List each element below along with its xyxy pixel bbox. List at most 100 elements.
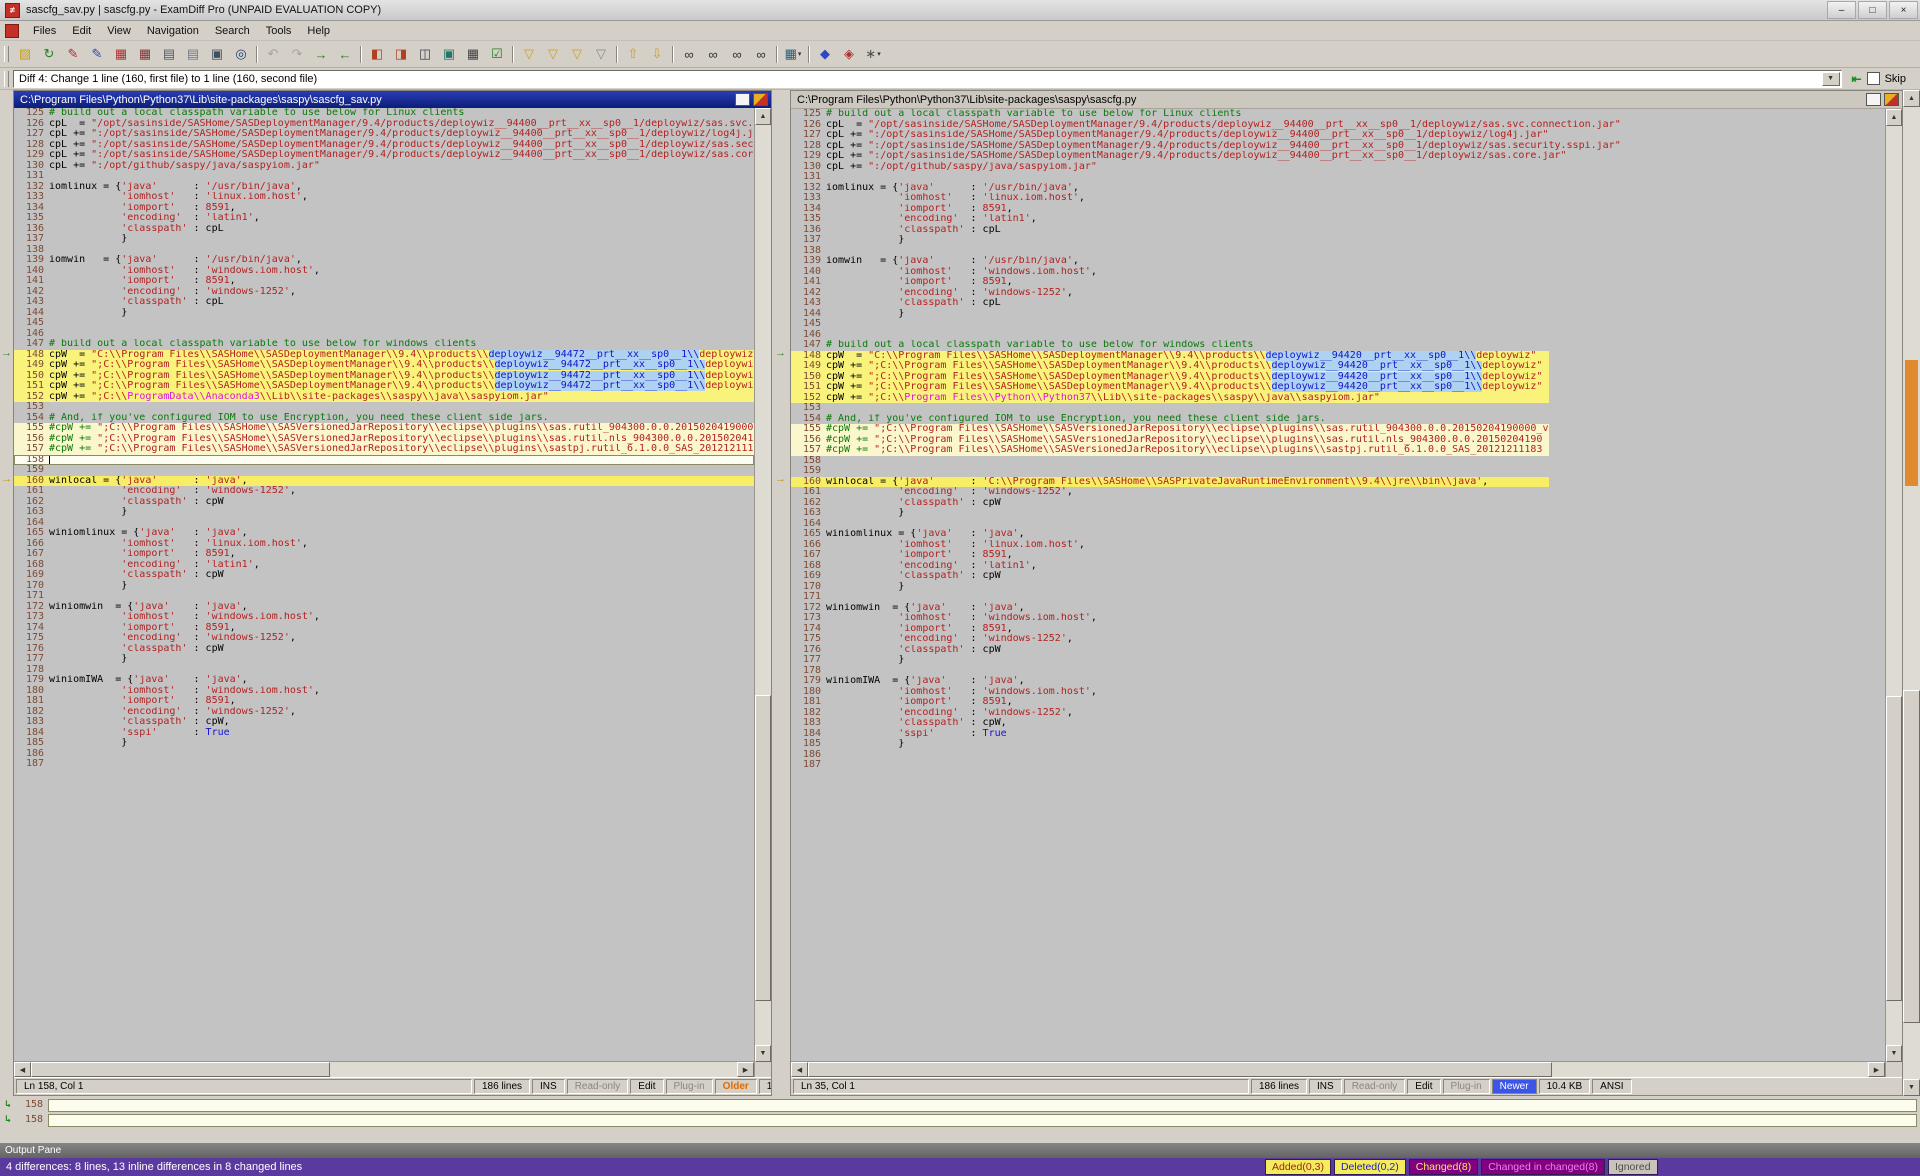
right-horizontal-scrollbar[interactable]: ◀ ▶ [791,1061,1885,1077]
code-line[interactable]: 165winiomlinux = {'java' : 'java', [791,529,1885,540]
code-line[interactable]: 171 [791,592,1885,603]
show-identical-icon[interactable]: ☑ [486,43,508,65]
find-icon[interactable]: ∞ [678,43,700,65]
print-icon[interactable]: ▤ [158,43,180,65]
code-line[interactable]: 129cpL += ":/opt/sasinside/SASHome/SASDe… [791,151,1885,162]
code-line[interactable]: 172winiomwin = {'java' : 'java', [14,602,754,613]
code-line[interactable]: 175 'encoding' : 'windows-1252', [791,634,1885,645]
code-line[interactable]: 133 'iomhost' : 'linux.iom.host', [14,192,754,203]
code-line[interactable]: 183 'classpath' : cpW, [14,717,754,728]
code-line[interactable]: 128cpL += ":/opt/sasinside/SASHome/SASDe… [791,141,1885,152]
redo-icon[interactable]: ↷ [286,43,308,65]
code-line[interactable]: 150cpW += ";C:\\Program Files\\SASHome\\… [791,372,1885,383]
left-horizontal-scrollbar[interactable]: ◀ ▶ [14,1061,754,1077]
code-line[interactable]: 171 [14,591,754,602]
code-line[interactable]: 178 [14,665,754,676]
code-line[interactable]: 154# And, if you've configured IOM to us… [791,414,1885,425]
code-line[interactable]: 137 } [14,234,754,245]
code-line[interactable]: 169 'classpath' : cpW [14,570,754,581]
scroll-right-icon[interactable]: ▶ [1868,1062,1885,1077]
maximize-button[interactable]: □ [1858,1,1887,19]
code-line[interactable]: 154# And, if you've configured IOM to us… [14,413,754,424]
code-line[interactable]: 144 } [791,309,1885,320]
compare-options-icon[interactable]: ◈ [838,43,860,65]
code-line[interactable]: 158 [791,456,1885,467]
code-line[interactable]: 172winiomwin = {'java' : 'java', [791,603,1885,614]
code-line[interactable]: 126cpL = "/opt/sasinside/SASHome/SASDepl… [791,120,1885,131]
code-line[interactable]: 179winiomIWA = {'java' : 'java', [14,675,754,686]
code-line[interactable]: 168 'encoding' : 'latin1', [791,561,1885,572]
menu-item-view[interactable]: View [99,23,139,39]
find-last-icon[interactable]: ∞ [750,43,772,65]
save-icon[interactable]: ▦ [110,43,132,65]
code-line[interactable]: 125# build out a local classpath variabl… [14,108,754,119]
output-pane-header[interactable]: Output Pane [0,1143,1920,1158]
header-edit-icon[interactable] [735,93,750,106]
code-line[interactable]: 143 'classpath' : cpL [14,297,754,308]
left-pane-lines[interactable]: 125# build out a local classpath variabl… [14,108,754,1061]
code-line[interactable]: 140 'iomhost' : 'windows.iom.host', [14,266,754,277]
undo-icon[interactable]: ↶ [262,43,284,65]
code-line[interactable]: 168 'encoding' : 'latin1', [14,560,754,571]
code-line[interactable]: 136 'classpath' : cpL [791,225,1885,236]
edit-first-file-icon[interactable]: ✎ [62,43,84,65]
code-line[interactable]: 150cpW += ";C:\\Program Files\\SASHome\\… [14,371,754,382]
code-line[interactable]: 147# build out a local classpath variabl… [791,340,1885,351]
code-line[interactable]: 162 'classpath' : cpW [14,497,754,508]
code-line[interactable]: 159 [791,466,1885,477]
code-line[interactable]: 146 [14,329,754,340]
code-line[interactable]: 159 [14,465,754,476]
code-line[interactable]: 125# build out a local classpath variabl… [791,109,1885,120]
skip-diff-icon[interactable]: ⇤ [1852,72,1862,86]
code-line[interactable]: 151cpW += ";C:\\Program Files\\SASHome\\… [14,381,754,392]
scroll-left-icon[interactable]: ◀ [14,1062,31,1077]
code-line[interactable]: 156#cpW += ";C:\\Program Files\\SASHome\… [791,435,1885,446]
menu-item-edit[interactable]: Edit [64,23,99,39]
code-line[interactable]: 177 } [14,654,754,665]
code-line[interactable]: 153 [14,402,754,413]
code-line[interactable]: 139iomwin = {'java' : '/usr/bin/java', [14,255,754,266]
scroll-up-icon[interactable]: ▲ [1903,90,1920,107]
header-sync-icon[interactable] [753,93,768,106]
code-line[interactable]: 142 'encoding' : 'windows-1252', [791,288,1885,299]
code-line[interactable]: 145 [791,319,1885,330]
scroll-left-icon[interactable]: ◀ [791,1062,808,1077]
code-line[interactable]: 178 [791,666,1885,677]
code-line[interactable]: 157#cpW += ";C:\\Program Files\\SASHome\… [14,444,754,455]
code-line[interactable]: 166 'iomhost' : 'linux.iom.host', [791,540,1885,551]
code-line[interactable]: 135 'encoding' : 'latin1', [14,213,754,224]
code-line[interactable]: 158 [14,455,754,466]
code-line[interactable]: 179winiomIWA = {'java' : 'java', [791,676,1885,687]
code-line[interactable]: 169 'classpath' : cpW [791,571,1885,582]
code-line[interactable]: 162 'classpath' : cpW [791,498,1885,509]
edit-second-file-icon[interactable]: ✎ [86,43,108,65]
code-line[interactable]: 165winiomlinux = {'java' : 'java', [14,528,754,539]
filter-all-icon[interactable]: ▽ [518,43,540,65]
filter-changed-icon[interactable]: ▽ [542,43,564,65]
reports-icon[interactable]: ▦▾ [782,43,804,65]
code-line[interactable]: 166 'iomhost' : 'linux.iom.host', [14,539,754,550]
hscroll-thumb[interactable] [808,1062,1552,1077]
code-line[interactable]: 173 'iomhost' : 'windows.iom.host', [791,613,1885,624]
prev-change-icon[interactable]: ⇧ [622,43,644,65]
code-line[interactable]: 133 'iomhost' : 'linux.iom.host', [791,193,1885,204]
code-line[interactable]: 152cpW += ";C:\\Program Files\\Python\\P… [791,393,1885,404]
code-line[interactable]: 184 'sspi' : True [14,728,754,739]
menu-item-tools[interactable]: Tools [258,23,300,39]
filter-added-icon[interactable]: ▽ [566,43,588,65]
right-pane-lines[interactable]: 125# build out a local classpath variabl… [791,109,1885,1061]
code-line[interactable]: 160winlocal = {'java' : 'java', [14,476,754,487]
code-line[interactable]: 161 'encoding' : 'windows-1252', [14,486,754,497]
header-sync-icon[interactable] [1884,93,1899,106]
code-line[interactable]: 126cpL = "/opt/sasinside/SASHome/SASDepl… [14,119,754,130]
code-line[interactable]: 143 'classpath' : cpL [791,298,1885,309]
panel-splitter[interactable] [0,1131,1920,1143]
show-both-icon[interactable]: ▣ [438,43,460,65]
code-line[interactable]: 148cpW = "C:\\Program Files\\SASHome\\SA… [791,351,1885,362]
code-line[interactable]: 129cpL += ":/opt/sasinside/SASHome/SASDe… [14,150,754,161]
minimize-button[interactable]: – [1827,1,1856,19]
options-icon[interactable]: ∗▾ [862,43,884,65]
code-line[interactable]: 182 'encoding' : 'windows-1252', [14,707,754,718]
code-line[interactable]: 132iomlinux = {'java' : '/usr/bin/java', [791,183,1885,194]
code-line[interactable]: 164 [14,518,754,529]
